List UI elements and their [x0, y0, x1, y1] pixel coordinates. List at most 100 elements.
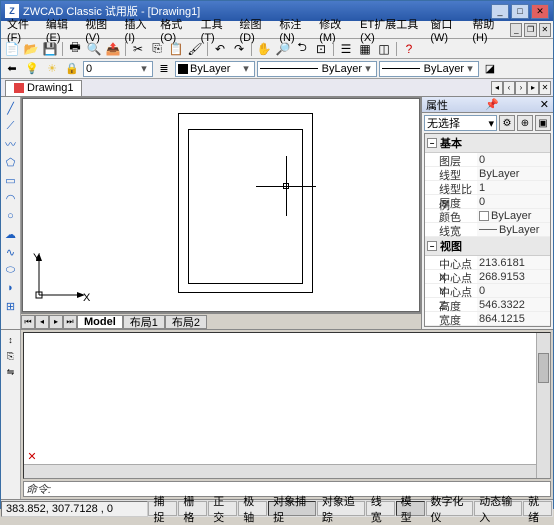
layer-light-icon[interactable]: 💡: [23, 60, 41, 78]
tool-palette-icon[interactable]: ◫: [375, 40, 393, 58]
drawn-rectangle-inner: [188, 129, 303, 284]
close-button[interactable]: ✕: [531, 4, 549, 19]
properties-close-icon[interactable]: ✕: [540, 98, 549, 111]
zoom-win-icon[interactable]: ⊡: [312, 40, 330, 58]
sheet-nav-prev[interactable]: ◂: [35, 315, 49, 329]
properties-header: 属性 📌 ✕: [422, 97, 553, 113]
mdi-close-button[interactable]: ✕: [539, 23, 551, 37]
spline-icon[interactable]: ∿: [2, 243, 20, 261]
polygon-icon[interactable]: ⬠: [2, 153, 20, 171]
cmd-close-icon[interactable]: ✕: [26, 450, 38, 462]
modify-toolbar: ↕ ⎘ ⇋: [1, 330, 21, 499]
arc-icon[interactable]: ◠: [2, 189, 20, 207]
status-bar: 383.852, 307.7128 , 0 捕捉 栅格 正交 极轴 对象捕捉 对…: [1, 499, 553, 517]
copy-obj-icon[interactable]: ⎘: [3, 348, 19, 364]
properties-panel: 属性 📌 ✕ 无选择▾ ⚙ ⊕ ▣ −基本 图层0 线型ByLayer 线型比例…: [421, 97, 553, 329]
toggle-pick-icon[interactable]: ▣: [535, 115, 551, 131]
pick-add-icon[interactable]: ⊕: [517, 115, 533, 131]
mdi-restore-button[interactable]: ❐: [524, 23, 536, 37]
sheet-tab-model[interactable]: Model: [77, 315, 123, 329]
menu-window[interactable]: 窗口(W): [426, 16, 468, 44]
svg-text:Y: Y: [33, 253, 41, 264]
menubar: 文件(F) 编辑(E) 视图(V) 插入(I) 格式(O) 工具(T) 绘图(D…: [1, 21, 553, 39]
sheet-nav-first[interactable]: ⏮: [21, 315, 35, 329]
pline-icon[interactable]: 〰: [2, 135, 20, 153]
pan-icon[interactable]: ✋: [255, 40, 273, 58]
mdi-minimize-button[interactable]: _: [510, 23, 522, 37]
design-center-icon[interactable]: ▦: [356, 40, 374, 58]
save-icon[interactable]: 💾: [41, 40, 59, 58]
layer-sun-icon[interactable]: ☀: [43, 60, 61, 78]
drawing-canvas[interactable]: YX: [22, 98, 420, 312]
command-prompt: 命令:: [26, 481, 51, 497]
rect-icon[interactable]: ▭: [2, 171, 20, 189]
selection-combo[interactable]: 无选择▾: [424, 115, 497, 131]
scrollbar-horizontal[interactable]: [24, 464, 536, 478]
layer-combo[interactable]: 0▾: [83, 61, 153, 77]
file-tab-drawing1[interactable]: Drawing1: [5, 80, 82, 96]
scrollbar-vertical[interactable]: [536, 333, 550, 478]
zoom-rt-icon[interactable]: 🔎: [274, 40, 292, 58]
command-history[interactable]: ✕: [23, 332, 551, 479]
redo-icon[interactable]: ↷: [230, 40, 248, 58]
copy-icon[interactable]: ⎘: [148, 40, 166, 58]
help-icon[interactable]: ?: [400, 40, 418, 58]
zoom-prev-icon[interactable]: ⮌: [293, 40, 311, 58]
maximize-button[interactable]: □: [511, 4, 529, 19]
match-icon[interactable]: 🖌: [186, 40, 204, 58]
document-tabbar: Drawing1 ◂ ‹ › ▸ ✕: [1, 79, 553, 97]
properties-title: 属性: [426, 97, 448, 113]
insert-icon[interactable]: ⊞: [2, 297, 20, 315]
lineweight-combo[interactable]: ByLayer▾: [379, 61, 479, 77]
svg-text:X: X: [83, 292, 91, 303]
undo-icon[interactable]: ↶: [211, 40, 229, 58]
circle-icon[interactable]: ○: [2, 207, 20, 225]
tab-nav-prev[interactable]: ‹: [503, 81, 515, 95]
properties-toolbar: ⬅ 💡 ☀ 🔒 0▾ ≣ ByLayer▾ ByLayer▾ ByLayer▾ …: [1, 59, 553, 79]
sheet-tab-layout2[interactable]: 布局2: [165, 315, 207, 329]
tab-nav-next[interactable]: ›: [515, 81, 527, 95]
preview-icon[interactable]: 🔍: [85, 40, 103, 58]
revcloud-icon[interactable]: ☁: [2, 225, 20, 243]
open-icon[interactable]: 📂: [22, 40, 40, 58]
ellipse-arc-icon[interactable]: ◗: [2, 279, 20, 297]
section-basic[interactable]: −基本: [425, 134, 550, 153]
menu-help[interactable]: 帮助(H): [468, 16, 508, 44]
linetype-combo[interactable]: ByLayer▾: [257, 61, 377, 77]
cut-icon[interactable]: ✂: [129, 40, 147, 58]
layer-lock-icon[interactable]: 🔒: [63, 60, 81, 78]
tab-nav-first[interactable]: ◂: [491, 81, 503, 95]
layer-prev-icon[interactable]: ⬅: [3, 60, 21, 78]
xline-icon[interactable]: ⟋: [2, 117, 20, 135]
tab-close[interactable]: ✕: [539, 81, 551, 95]
line-icon[interactable]: ╱: [2, 99, 20, 117]
properties-grid[interactable]: −基本 图层0 线型ByLayer 线型比例1 厚度0 颜色ByLayer 线宽…: [424, 133, 551, 327]
sheet-nav-last[interactable]: ⏭: [63, 315, 77, 329]
publish-icon[interactable]: 📤: [104, 40, 122, 58]
ucs-icon: YX: [31, 253, 91, 303]
pin-icon[interactable]: 📌: [485, 98, 499, 111]
sheet-tab-layout1[interactable]: 布局1: [123, 315, 165, 329]
paste-icon[interactable]: 📋: [167, 40, 185, 58]
quick-select-icon[interactable]: ⚙: [499, 115, 515, 131]
properties-selector-row: 无选择▾ ⚙ ⊕ ▣: [422, 113, 553, 133]
new-icon[interactable]: 📄: [3, 40, 21, 58]
canvas-container: YX ⏮ ◂ ▸ ⏭ Model 布局1 布局2: [21, 97, 421, 329]
color-combo[interactable]: ByLayer▾: [175, 61, 255, 77]
ellipse-icon[interactable]: ⬭: [2, 261, 20, 279]
drawing-icon: [14, 83, 24, 93]
section-misc[interactable]: −其它: [425, 326, 550, 327]
move-icon[interactable]: ↕: [3, 332, 19, 348]
props-icon[interactable]: ☰: [337, 40, 355, 58]
layout-tabs: ⏮ ◂ ▸ ⏭ Model 布局1 布局2: [21, 313, 421, 329]
draw-toolbar: ╱ ⟋ 〰 ⬠ ▭ ◠ ○ ☁ ∿ ⬭ ◗ ⊞: [1, 97, 21, 329]
plot-style-icon[interactable]: ◪: [481, 60, 499, 78]
layer-mgr-icon[interactable]: ≣: [155, 60, 173, 78]
main-area: ╱ ⟋ 〰 ⬠ ▭ ◠ ○ ☁ ∿ ⬭ ◗ ⊞ YX ⏮ ◂ ▸ ⏭: [1, 97, 553, 329]
print-icon[interactable]: 🖶: [66, 40, 84, 58]
mirror-icon[interactable]: ⇋: [3, 364, 19, 380]
tab-nav-last[interactable]: ▸: [527, 81, 539, 95]
command-area: ↕ ⎘ ⇋ ✕ 命令:: [1, 329, 553, 499]
sheet-nav-next[interactable]: ▸: [49, 315, 63, 329]
section-view[interactable]: −视图: [425, 237, 550, 256]
